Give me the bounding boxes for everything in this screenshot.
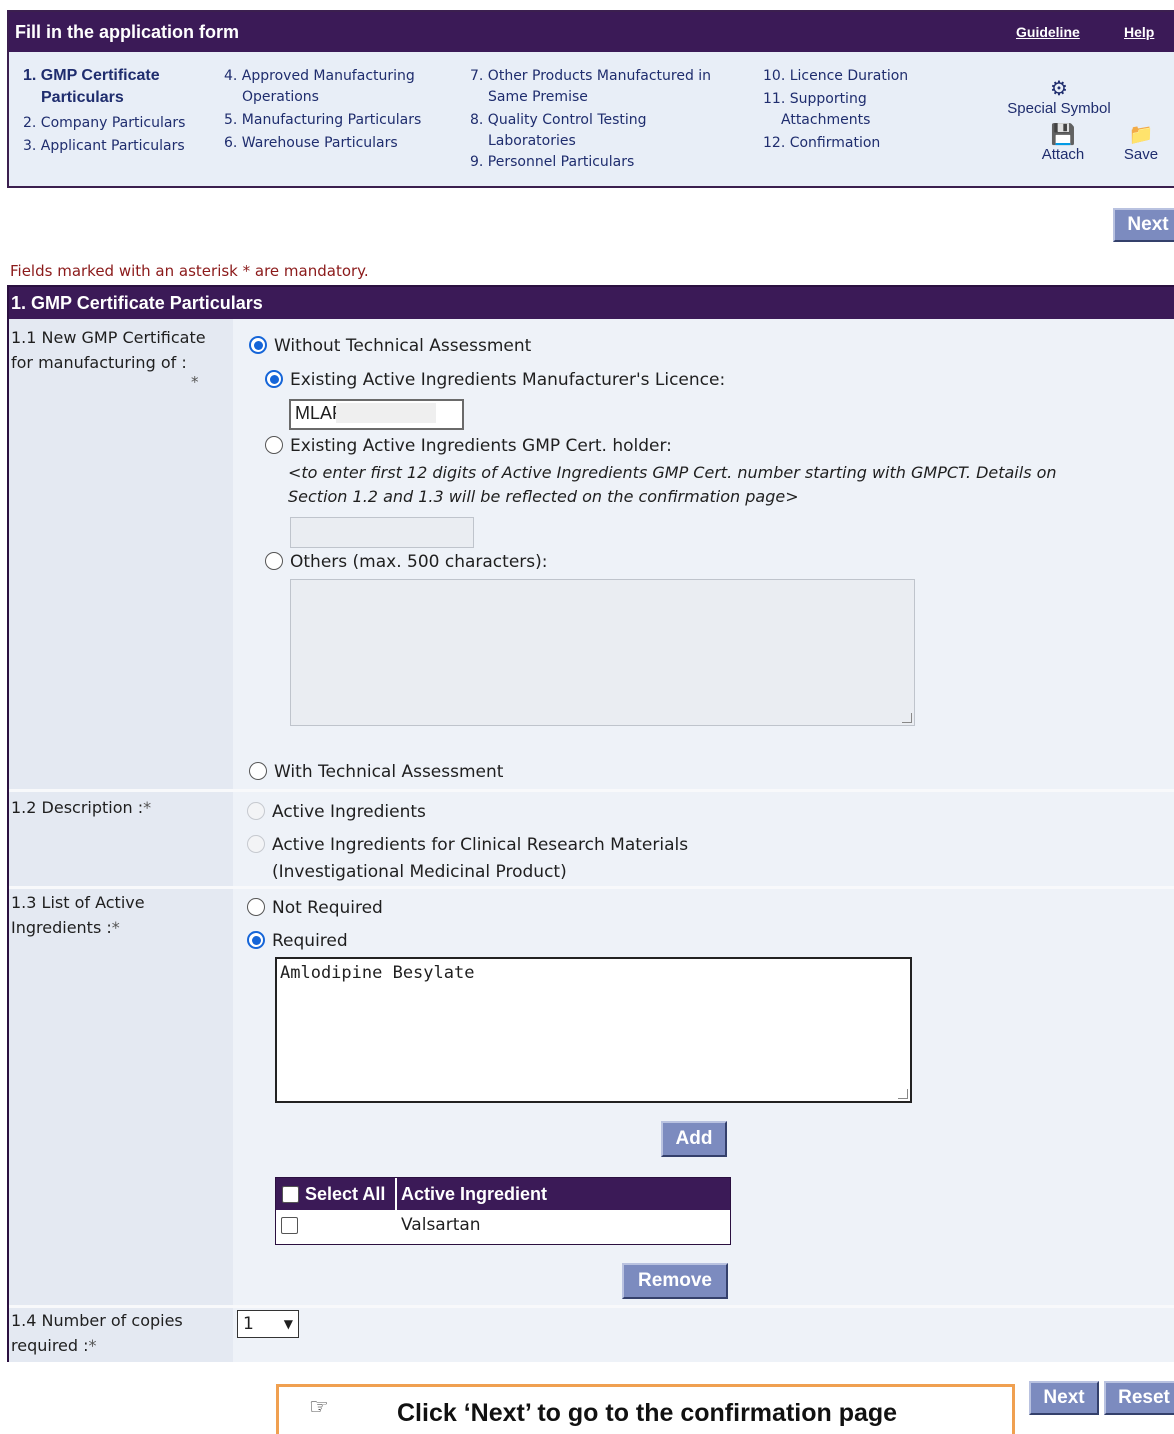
copies-select[interactable]: 1 ▼ (237, 1310, 299, 1338)
gmp-cert-instruction-line2: Section 1.2 and 1.3 will be reflected on… (288, 487, 799, 506)
attach-icon: 💾 (1050, 124, 1076, 146)
not-required-radio[interactable] (247, 898, 265, 916)
number-of-copies-value: 1 ▼ (233, 1308, 1174, 1362)
header-bar: Fill in the application form Guideline H… (9, 12, 1174, 52)
active-ingredient-textarea[interactable]: Amlodipine Besylate (275, 957, 912, 1103)
number-of-copies-label: 1.4 Number of copies required :* (9, 1308, 233, 1362)
new-gmp-certificate-label: 1.1 New GMP Certificate for manufacturin… (9, 319, 233, 789)
reset-button[interactable]: Reset (1104, 1381, 1174, 1415)
existing-gmp-cert-radio[interactable] (265, 436, 283, 454)
row-description: 1.2 Description :* Active Ingredients Ac… (9, 792, 1174, 886)
resize-grip-icon[interactable] (902, 713, 912, 723)
new-gmp-certificate-options: Without Technical Assessment Existing Ac… (233, 319, 1174, 789)
gmp-cert-instruction-line1: <to enter first 12 digits of Active Ingr… (288, 463, 1057, 482)
chevron-down-icon: ▼ (283, 1317, 293, 1331)
required-star: * (191, 373, 199, 391)
page-title: Fill in the application form (15, 21, 240, 42)
existing-gmp-cert-label: Existing Active Ingredients GMP Cert. ho… (290, 436, 672, 456)
step-approved-manufacturing-operations[interactable]: 4. Approved Manufacturing Operations (224, 66, 421, 108)
without-technical-assessment-radio[interactable] (249, 336, 267, 354)
application-header-panel: Fill in the application form Guideline H… (7, 10, 1174, 188)
mandatory-fields-note: Fields marked with an asterisk * are man… (10, 262, 369, 280)
table-header: Select All Active Ingredient (276, 1178, 730, 1210)
hint-text: Click ‘Next’ to go to the confirmation p… (397, 1399, 898, 1427)
guideline-link[interactable]: Guideline (1016, 24, 1080, 40)
active-ingredients-table: Select All Active Ingredient Valsartan (275, 1177, 731, 1245)
clinical-research-label: Active Ingredients for Clinical Research… (272, 835, 689, 855)
active-ingredients-radio[interactable] (247, 802, 265, 820)
row-checkbox[interactable] (281, 1217, 298, 1234)
step-column-3: 7. Other Products Manufactured in Same P… (470, 66, 711, 173)
required-label: Required (272, 931, 348, 951)
clinical-research-label-line2: (Investigational Medicinal Product) (272, 862, 567, 882)
redacted-licence-digits (336, 403, 436, 423)
step-confirmation[interactable]: 12. Confirmation (763, 133, 908, 154)
table-row: Valsartan (276, 1212, 730, 1240)
row-new-gmp-certificate: 1.1 New GMP Certificate for manufacturin… (9, 319, 1174, 789)
header-divider (395, 1178, 397, 1210)
next-button-bottom[interactable]: Next (1029, 1381, 1099, 1415)
step-manufacturing-particulars[interactable]: 5. Manufacturing Particulars (224, 110, 421, 131)
save-button[interactable]: 📁 Save (1116, 124, 1166, 163)
step-quality-control-testing-laboratories[interactable]: 8. Quality Control Testing Laboratories (470, 110, 711, 152)
others-label: Others (max. 500 characters): (290, 552, 548, 572)
existing-licence-radio[interactable] (265, 370, 283, 388)
help-link[interactable]: Help (1124, 24, 1154, 40)
step-warehouse-particulars[interactable]: 6. Warehouse Particulars (224, 133, 421, 154)
special-symbol-button[interactable]: ⚙ Special Symbol (999, 78, 1119, 117)
step-personnel-particulars[interactable]: 9. Personnel Particulars (470, 152, 711, 173)
description-label: 1.2 Description :* (9, 792, 233, 886)
hint-callout: ☞ Click ‘Next’ to go to the confirmation… (276, 1384, 1015, 1434)
step-supporting-attachments[interactable]: 11. Supporting Attachments (763, 89, 908, 131)
step-gmp-certificate-particulars[interactable]: 1. GMP Certificate Particulars (23, 65, 185, 109)
step-other-products[interactable]: 7. Other Products Manufactured in Same P… (470, 66, 711, 108)
others-radio[interactable] (265, 552, 283, 570)
list-of-active-ingredients-label: 1.3 List of Active Ingredients :* (9, 889, 233, 1305)
remove-button[interactable]: Remove (622, 1263, 728, 1299)
with-technical-assessment-radio[interactable] (249, 762, 267, 780)
select-all-checkbox[interactable] (282, 1186, 299, 1203)
with-technical-assessment-label: With Technical Assessment (274, 762, 504, 782)
ingredient-name: Valsartan (401, 1215, 481, 1235)
gmp-cert-number-input[interactable] (290, 517, 474, 548)
step-column-4: 10. Licence Duration 11. Supporting Atta… (763, 66, 908, 154)
resize-grip-icon[interactable] (898, 1089, 908, 1099)
active-ingredient-header: Active Ingredient (401, 1184, 548, 1204)
select-all-header: Select All (282, 1184, 385, 1205)
active-ingredients-label: Active Ingredients (272, 802, 426, 822)
others-textarea[interactable] (290, 579, 915, 726)
step-company-particulars[interactable]: 2. Company Particulars (23, 113, 185, 134)
without-technical-assessment-label: Without Technical Assessment (274, 336, 532, 356)
step-applicant-particulars[interactable]: 3. Applicant Particulars (23, 136, 185, 157)
next-button-top[interactable]: Next (1113, 208, 1174, 242)
special-symbol-icon: ⚙ (1050, 78, 1068, 100)
add-button[interactable]: Add (661, 1121, 727, 1157)
list-of-active-ingredients-options: Not Required Required Amlodipine Besylat… (233, 889, 1174, 1305)
pointing-hand-icon: ☞ (309, 1395, 329, 1420)
step-column-1: 1. GMP Certificate Particulars 2. Compan… (23, 65, 185, 157)
step-column-2: 4. Approved Manufacturing Operations 5. … (224, 66, 421, 154)
row-number-of-copies: 1.4 Number of copies required :* 1 ▼ (9, 1308, 1174, 1362)
existing-licence-label: Existing Active Ingredients Manufacturer… (290, 370, 726, 390)
row-list-of-active-ingredients: 1.3 List of Active Ingredients :* Not Re… (9, 889, 1174, 1305)
attach-button[interactable]: 💾 Attach (1033, 124, 1093, 163)
gmp-certificate-form: 1. GMP Certificate Particulars 1.1 New G… (7, 285, 1174, 1362)
required-radio[interactable] (247, 931, 265, 949)
not-required-label: Not Required (272, 898, 383, 918)
save-icon: 📁 (1128, 124, 1154, 146)
clinical-research-radio[interactable] (247, 835, 265, 853)
description-options: Active Ingredients Active Ingredients fo… (233, 792, 1174, 886)
step-licence-duration[interactable]: 10. Licence Duration (763, 66, 908, 87)
section-title: 1. GMP Certificate Particulars (9, 287, 1174, 319)
